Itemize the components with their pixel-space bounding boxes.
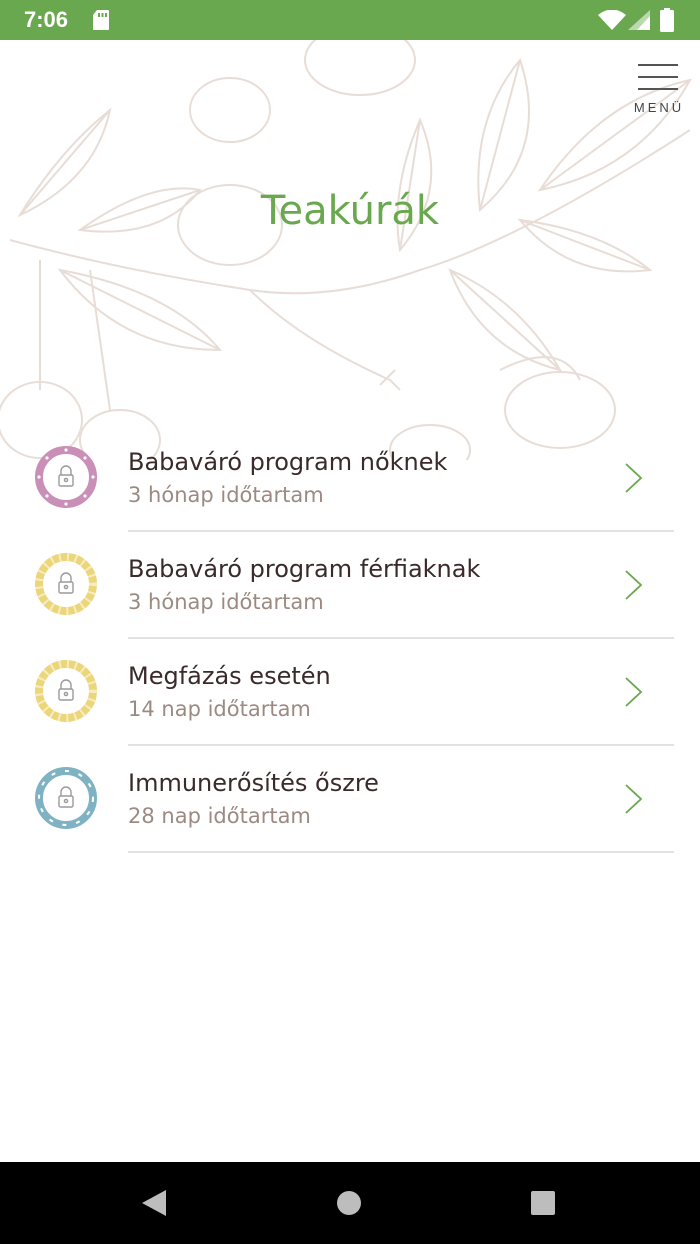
menu-icon-line: [638, 76, 678, 78]
item-title: Megfázás esetén: [128, 662, 331, 690]
list-item[interactable]: Babaváró program férfiaknak 3 hónap időt…: [0, 532, 700, 639]
locked-badge-icon: [35, 446, 97, 508]
lock-icon: [58, 679, 74, 701]
wifi-icon: [598, 10, 626, 30]
back-icon[interactable]: [140, 1188, 168, 1218]
status-time: 7:06: [24, 7, 69, 32]
item-duration: 3 hónap időtartam: [128, 590, 324, 614]
battery-icon: [660, 8, 674, 32]
chevron-right-icon: [625, 570, 643, 600]
locked-badge-icon: [35, 553, 97, 615]
course-list: Babaváró program nőknek 3 hónap időtarta…: [0, 425, 700, 853]
status-bar: 7:06: [0, 0, 700, 40]
recent-apps-icon[interactable]: [530, 1190, 556, 1216]
item-title: Babaváró program nőknek: [128, 448, 448, 476]
list-item[interactable]: Babaváró program nőknek 3 hónap időtarta…: [0, 425, 700, 532]
lock-icon: [58, 786, 74, 808]
item-duration: 14 nap időtartam: [128, 697, 311, 721]
divider: [128, 851, 674, 853]
signal-icon: [628, 10, 650, 30]
home-icon[interactable]: [336, 1190, 362, 1216]
item-title: Immunerősítés őszre: [128, 769, 379, 797]
menu-label: MENÜ: [633, 100, 685, 115]
chevron-right-icon: [625, 677, 643, 707]
menu-icon-line: [638, 88, 678, 90]
sd-card-icon: [93, 10, 109, 30]
list-item[interactable]: Immunerősítés őszre 28 nap időtartam: [0, 746, 700, 853]
locked-badge-icon: [35, 767, 97, 829]
navigation-bar: [0, 1162, 700, 1244]
locked-badge-icon: [35, 660, 97, 722]
lock-icon: [58, 572, 74, 594]
botanical-illustration: [0, 40, 700, 460]
chevron-right-icon: [625, 784, 643, 814]
lock-icon: [58, 465, 74, 487]
item-duration: 28 nap időtartam: [128, 804, 311, 828]
menu-button[interactable]: MENÜ: [626, 60, 692, 122]
page-title: Teakúrák: [260, 188, 440, 234]
list-item[interactable]: Megfázás esetén 14 nap időtartam: [0, 639, 700, 746]
chevron-right-icon: [625, 463, 643, 493]
item-title: Babaváró program férfiaknak: [128, 555, 481, 583]
menu-icon: [638, 64, 678, 66]
item-duration: 3 hónap időtartam: [128, 483, 324, 507]
